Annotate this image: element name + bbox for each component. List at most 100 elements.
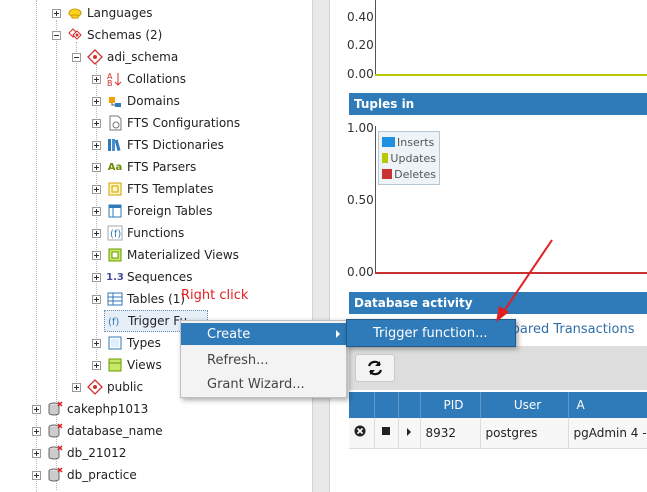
collapse-toggle[interactable] xyxy=(72,52,81,62)
tree-item-label: Materialized Views xyxy=(127,248,239,262)
tree-item-adi-schema[interactable]: adi_schema xyxy=(72,47,178,67)
tree-item-trigger-functions[interactable]: (f) Trigger Fu xyxy=(108,311,187,331)
tree-item-label: Languages xyxy=(87,6,153,20)
expand-toggle[interactable] xyxy=(92,294,101,304)
tree-item-label: Schemas (2) xyxy=(87,28,163,42)
tree-item-schemas[interactable]: Schemas (2) xyxy=(52,25,162,45)
y-axis xyxy=(375,0,376,75)
expand-toggle[interactable] xyxy=(92,272,101,282)
menu-item-label: Grant Wizard... xyxy=(207,376,305,392)
expand-toggle[interactable] xyxy=(92,206,101,216)
expand-toggle[interactable] xyxy=(72,382,81,392)
tree-item-label: db_practice xyxy=(67,468,137,482)
fts-configurations-icon xyxy=(107,115,123,131)
expand-toggle[interactable] xyxy=(92,162,101,172)
refresh-button[interactable] xyxy=(355,354,395,382)
tree-item-label: Sequences xyxy=(127,270,193,284)
legend-swatch xyxy=(382,137,395,147)
expand-toggle[interactable] xyxy=(52,8,61,18)
tree-item-functions[interactable]: (f) Functions xyxy=(92,223,184,243)
tree-item-fts-configurations[interactable]: FTS Configurations xyxy=(92,113,240,133)
views-icon xyxy=(107,357,123,373)
y-tick-label: 0.00 xyxy=(347,265,374,279)
tree-item-database[interactable]: cakephp1013 xyxy=(32,399,148,419)
collations-icon: AB xyxy=(107,71,123,87)
expand-toggle[interactable] xyxy=(32,470,41,480)
tree-guide-line xyxy=(56,20,57,490)
legend-item-deletes: Deletes xyxy=(382,166,436,182)
legend-label: Updates xyxy=(390,151,436,165)
svg-text:(f): (f) xyxy=(110,229,121,240)
column-header-application[interactable]: A xyxy=(568,392,647,418)
tree-item-fts-dictionaries[interactable]: FTS Dictionaries xyxy=(92,135,224,155)
close-circle-icon[interactable] xyxy=(354,425,366,437)
expand-toggle[interactable] xyxy=(92,250,101,260)
expand-toggle[interactable] xyxy=(92,184,101,194)
expand-toggle[interactable] xyxy=(32,448,41,458)
stop-icon[interactable] xyxy=(380,425,392,437)
expand-toggle[interactable] xyxy=(92,96,101,106)
menu-item-label: Refresh... xyxy=(207,352,269,368)
y-tick-label: 0.00 xyxy=(347,67,374,81)
tree-item-tables[interactable]: Tables (1) xyxy=(92,289,185,309)
sequences-icon: 1.3 xyxy=(106,271,124,283)
svg-text:B: B xyxy=(107,79,113,87)
tree-item-label: cakephp1013 xyxy=(67,402,149,416)
tree-item-database[interactable]: db_21012 xyxy=(32,443,126,463)
column-header-user[interactable]: User xyxy=(480,392,569,418)
expand-toggle[interactable] xyxy=(92,140,101,150)
tree-item-collations[interactable]: AB Collations xyxy=(92,69,186,89)
table-row[interactable]: 8932 postgres pgAdmin 4 - D xyxy=(349,418,647,449)
menu-item-refresh[interactable]: Refresh... xyxy=(181,349,346,371)
tree-item-database[interactable]: database_name xyxy=(32,421,163,441)
tree-item-label: FTS Templates xyxy=(127,182,214,196)
tree-item-database[interactable]: db_practice xyxy=(32,465,137,485)
tree-item-types[interactable]: Types xyxy=(92,333,161,353)
collapse-toggle[interactable] xyxy=(52,30,61,40)
expand-toggle[interactable] xyxy=(92,228,101,238)
right-click-annotation: Right click xyxy=(181,288,249,303)
tree-item-foreign-tables[interactable]: Foreign Tables xyxy=(92,201,213,221)
caret-right-icon[interactable] xyxy=(404,427,414,437)
tree-item-label: Collations xyxy=(127,72,186,86)
tree-item-languages[interactable]: Languages xyxy=(52,3,152,23)
expand-toggle[interactable] xyxy=(32,426,41,436)
expand-toggle[interactable] xyxy=(92,74,101,84)
tree-item-fts-templates[interactable]: FTS Templates xyxy=(92,179,213,199)
expand-toggle[interactable] xyxy=(92,118,101,128)
application-cell: pgAdmin 4 - D xyxy=(568,418,647,449)
menu-item-label: Trigger function... xyxy=(373,325,488,341)
tree-item-fts-parsers[interactable]: Aa FTS Parsers xyxy=(92,157,196,177)
expand-toggle[interactable] xyxy=(92,338,101,348)
column-header-pid[interactable]: PID xyxy=(420,392,481,418)
tree-item-views[interactable]: Views xyxy=(92,355,162,375)
tree-item-sequences[interactable]: 1.3 Sequences xyxy=(92,267,192,287)
tree-item-label: Trigger Fu xyxy=(128,314,188,328)
expand-toggle[interactable] xyxy=(92,360,101,370)
schema-icon xyxy=(87,379,103,395)
tree-item-materialized-views[interactable]: Materialized Views xyxy=(92,245,239,265)
expand-toggle[interactable] xyxy=(32,404,41,414)
y-tick-label: 0.20 xyxy=(347,38,374,52)
series-line xyxy=(375,74,647,76)
expand-row-cell[interactable] xyxy=(398,418,421,449)
fts-templates-icon xyxy=(107,181,123,197)
tree-item-label: Types xyxy=(127,336,161,350)
terminate-session-cell[interactable] xyxy=(349,418,375,449)
menu-item-create[interactable]: Create xyxy=(181,323,346,345)
foreign-tables-icon xyxy=(107,203,123,219)
tree-item-label: Foreign Tables xyxy=(127,204,213,218)
tree-item-domains[interactable]: Domains xyxy=(92,91,180,111)
tree-item-public[interactable]: public xyxy=(72,377,143,397)
tables-icon xyxy=(107,291,123,307)
cancel-query-cell[interactable] xyxy=(374,418,399,449)
chart-legend: Inserts Updates Deletes xyxy=(378,131,440,185)
functions-icon: (f) xyxy=(107,225,123,241)
activity-toolbar xyxy=(349,346,647,390)
panel-splitter[interactable] xyxy=(312,0,330,492)
refresh-icon xyxy=(367,360,383,376)
menu-item-grant-wizard[interactable]: Grant Wizard... xyxy=(181,373,346,395)
annotation-arrow-icon xyxy=(496,239,553,322)
svg-text:(f): (f) xyxy=(108,317,119,328)
domains-icon xyxy=(107,93,123,109)
